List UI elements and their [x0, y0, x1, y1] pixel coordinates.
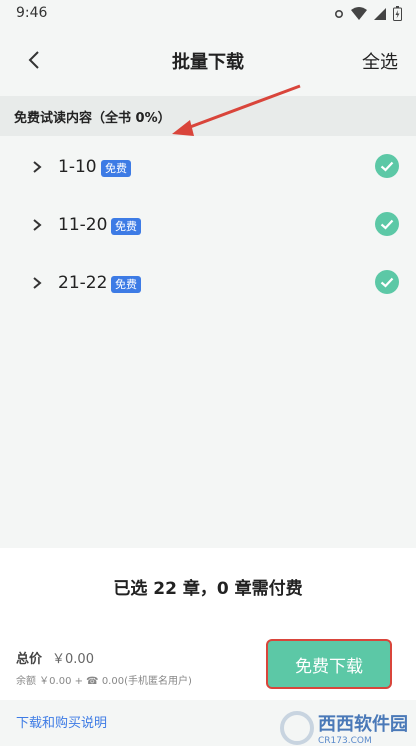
total-label: 总价	[16, 652, 43, 667]
footer-bar: 下载和购买说明 西西软件园 CR173.COM	[0, 700, 416, 746]
free-badge: 免费	[101, 160, 131, 177]
chevron-right-icon[interactable]	[30, 218, 44, 232]
check-circle-icon[interactable]	[375, 212, 399, 236]
chapter-range: 21-22	[58, 273, 108, 293]
free-badge: 免费	[111, 218, 141, 235]
total-price: 总价 ￥0.00	[16, 648, 94, 667]
total-value: ￥0.00	[52, 652, 94, 667]
status-time: 9:46	[16, 5, 48, 21]
chapter-range: 11-20	[58, 215, 108, 235]
watermark-logo: 西西软件园 CR173.COM	[280, 710, 408, 746]
battery-icon	[393, 6, 402, 21]
check-circle-icon[interactable]	[375, 270, 399, 294]
chevron-right-icon[interactable]	[30, 276, 44, 290]
chapter-list: 1-10 免费 11-20 免费 21-22 免费	[0, 140, 416, 314]
page-title: 批量下载	[172, 52, 244, 73]
section-title: 免费试读内容（全书 0%）	[14, 111, 171, 126]
download-help-link[interactable]: 下载和购买说明	[16, 712, 107, 731]
settings-icon	[334, 9, 344, 18]
check-circle-icon[interactable]	[375, 154, 399, 178]
app-header: 批量下载 全选	[0, 28, 416, 92]
chapter-group-row[interactable]: 1-10 免费	[0, 140, 416, 198]
free-download-button[interactable]: 免费下载	[268, 641, 390, 687]
chapter-group-row[interactable]: 21-22 免费	[0, 256, 416, 314]
free-badge: 免费	[111, 276, 141, 293]
chapter-range: 1-10	[58, 157, 97, 177]
status-bar: 9:46	[0, 0, 416, 28]
chapter-group-row[interactable]: 11-20 免费	[0, 198, 416, 256]
status-icons	[333, 6, 402, 21]
bottom-panel: 已选 22 章，0 章需付费 总价 ￥0.00 余额 ￥0.00 + ☎ 0.00…	[0, 548, 416, 746]
watermark-sub: CR173.COM	[318, 736, 372, 746]
balance-text: 余额 ￥0.00 + ☎ 0.00(手机匿名用户)	[16, 676, 192, 687]
signal-icon	[374, 7, 386, 20]
select-all-button[interactable]: 全选	[362, 48, 398, 74]
watermark-brand: 西西软件园	[318, 714, 408, 735]
wifi-icon	[351, 6, 367, 20]
chevron-right-icon[interactable]	[30, 160, 44, 174]
section-header: 免费试读内容（全书 0%）	[0, 96, 416, 136]
selection-summary: 已选 22 章，0 章需付费	[113, 579, 303, 599]
